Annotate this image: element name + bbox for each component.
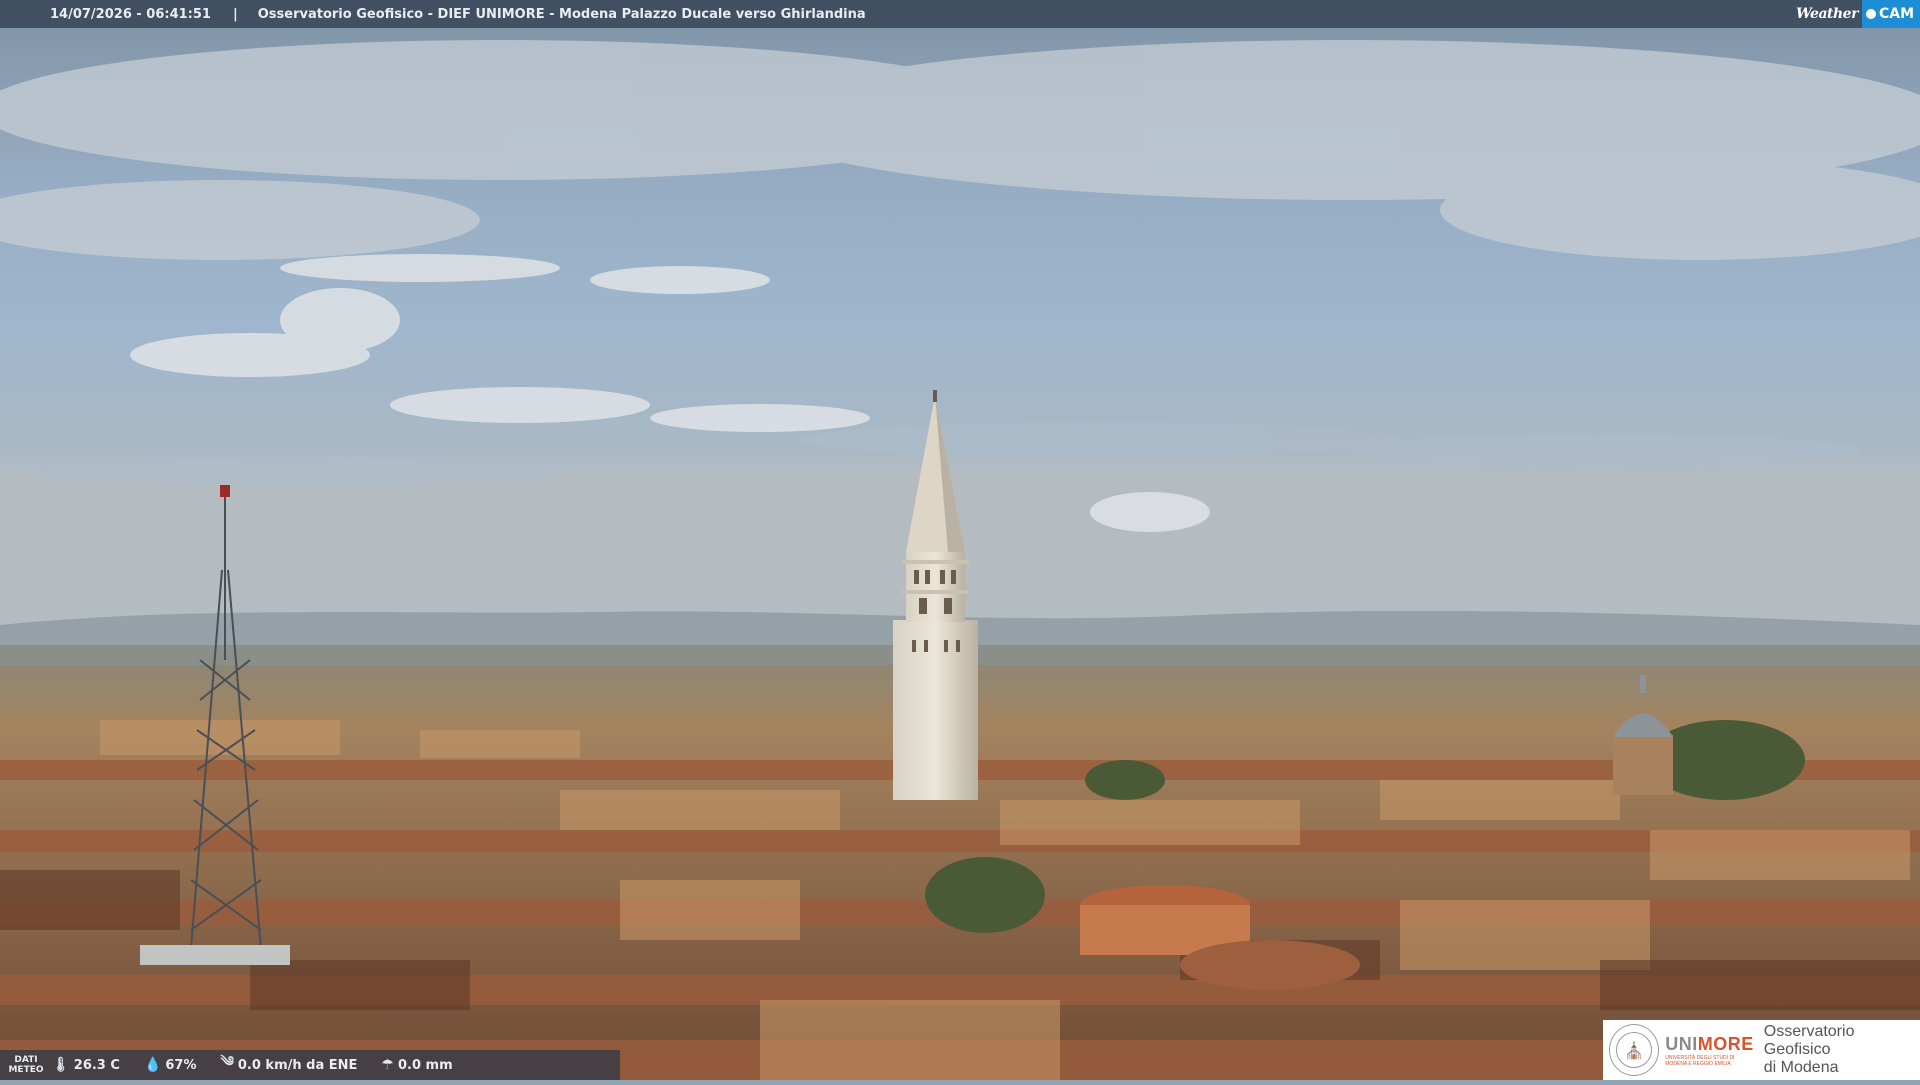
timestamp: 14/07/2026 - 06:41:51 xyxy=(50,6,211,22)
weathercam-logo: Weather CAM xyxy=(1796,0,1920,28)
wind-reading: ༄ 0.0 km/h da ENE xyxy=(221,1045,358,1085)
separator: | xyxy=(232,6,238,22)
rain-icon: ☂ xyxy=(381,1057,394,1073)
camera-dot-icon xyxy=(1865,9,1876,19)
observatory-line2: di Modena xyxy=(1763,1059,1839,1076)
wind-icon: ༄ xyxy=(220,1054,234,1070)
unimore-name: UNIMORE xyxy=(1665,1034,1754,1055)
humidity-reading: 💧 67% xyxy=(144,1057,197,1073)
seal-inner: ⛪ xyxy=(1616,1032,1653,1068)
unimore-name-more: MORE xyxy=(1697,1033,1754,1054)
thermometer-icon: 🌡 xyxy=(52,1057,70,1073)
unimore-logo: ⛪ UNIMORE UNIVERSITÀ DEGLI STUDI DI MODE… xyxy=(1603,1020,1920,1080)
rain-reading: ☂ 0.0 mm xyxy=(381,1057,452,1073)
weathercam-logo-weather: Weather xyxy=(1795,6,1859,22)
university-seal-icon: ⛪ xyxy=(1609,1024,1660,1076)
temperature-value: 26.3 C xyxy=(73,1057,120,1073)
wind-value: 0.0 km/h da ENE xyxy=(237,1057,358,1073)
meteo-label-line2: METEO xyxy=(8,1065,44,1075)
unimore-sub2: MODENA E REGGIO EMILIA xyxy=(1665,1060,1731,1067)
observatory-line1: Osservatorio Geofisico xyxy=(1763,1023,1855,1058)
unimore-wordmark: UNIMORE UNIVERSITÀ DEGLI STUDI DI MODENA… xyxy=(1665,1034,1754,1067)
meteo-data-bar: DATI METEO 🌡 26.3 C 💧 67% ༄ 0.0 km/h da … xyxy=(0,1050,620,1080)
temperature-reading: 🌡 26.3 C xyxy=(52,1057,120,1073)
meteo-label: DATI METEO xyxy=(0,1055,52,1075)
webcam-scene xyxy=(0,0,1920,1080)
meteo-label-line1: DATI xyxy=(14,1055,38,1065)
weathercam-logo-cam: CAM xyxy=(1861,0,1920,28)
observatory-name: Osservatorio Geofisico di Modena xyxy=(1764,1023,1920,1077)
humidity-drop-icon: 💧 xyxy=(143,1057,162,1073)
humidity-value: 67% xyxy=(165,1057,197,1073)
camera-info-bar: 14/07/2026 - 06:41:51 | Osservatorio Geo… xyxy=(0,0,1920,28)
weathercam-logo-cam-text: CAM xyxy=(1878,6,1914,22)
camera-title: Osservatorio Geofisico - DIEF UNIMORE - … xyxy=(257,6,866,22)
rain-value: 0.0 mm xyxy=(397,1057,453,1073)
unimore-name-uni: UNI xyxy=(1665,1033,1698,1054)
